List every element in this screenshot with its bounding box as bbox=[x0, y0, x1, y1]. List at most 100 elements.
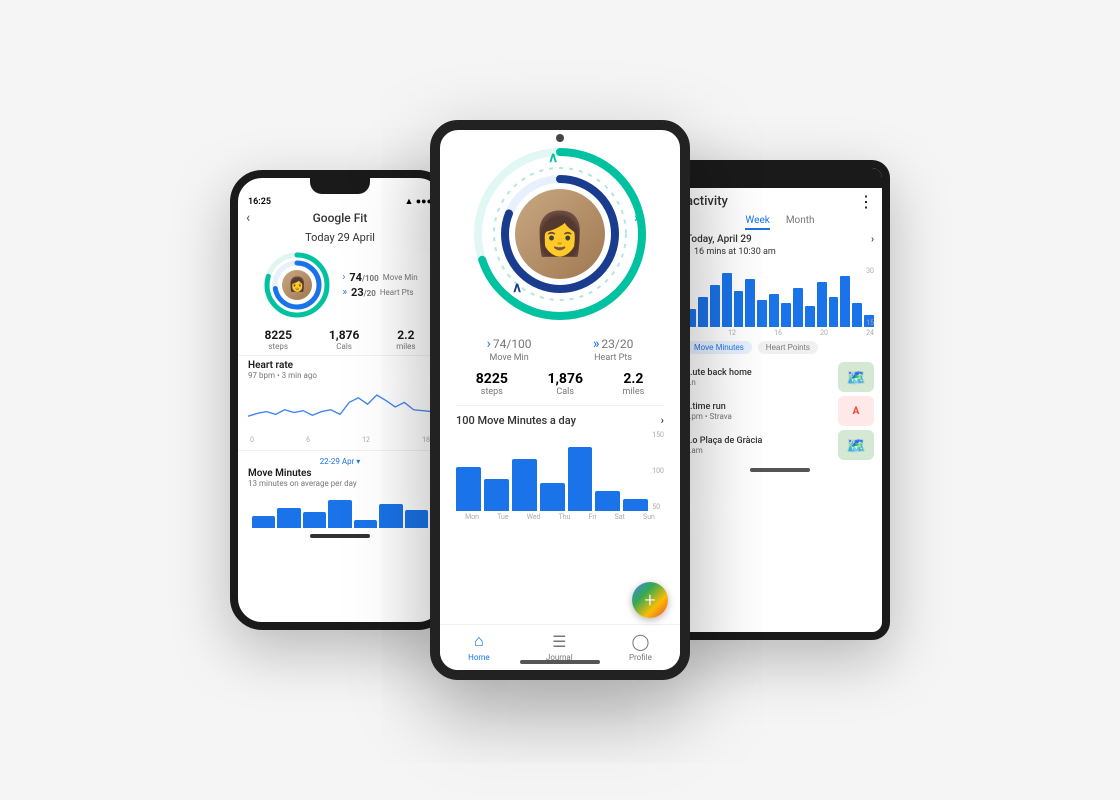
avatar-center: 👩 bbox=[515, 189, 605, 279]
phone-left: 16:25 ▲ ●●● ‹ Google Fit Today 29 April bbox=[230, 170, 450, 630]
svg-text:›: › bbox=[634, 210, 638, 226]
phone-right: activity ⋮ Week Month Today, April 29 › … bbox=[670, 160, 890, 640]
avatar-ring-wrapper: ∧ › ∧ 👩 bbox=[456, 144, 664, 324]
cals-metric-left: 1,876 Cals bbox=[329, 328, 360, 351]
move-min-center: › 74/100 Move Min bbox=[487, 332, 532, 363]
journal-icon: ☰ bbox=[552, 632, 566, 651]
home-icon: ⌂ bbox=[474, 631, 484, 651]
miles-center: 2.2 miles bbox=[623, 371, 645, 397]
r-filter-btns: Move Minutes Heart Points bbox=[686, 341, 874, 354]
r-date-row: Today, April 29 › bbox=[686, 234, 874, 245]
bar-c-2 bbox=[484, 479, 509, 511]
heart-pts-row-left: » 23/20 Heart Pts bbox=[342, 286, 417, 299]
activity-item-1: …ute back home …n 🗺️ bbox=[686, 362, 874, 392]
activity-label: 16 mins at 10:30 am bbox=[694, 247, 776, 257]
activity-sub-3: …am bbox=[686, 446, 832, 455]
r-bar-2 bbox=[698, 297, 708, 327]
r-bar-chart bbox=[686, 267, 874, 327]
bar-left-2 bbox=[277, 508, 300, 528]
r-bar-13 bbox=[829, 297, 839, 327]
cals-center: 1,876 Cals bbox=[547, 371, 583, 397]
nav-journal[interactable]: ☰ Journal bbox=[546, 632, 573, 662]
r-activity-info: 16 mins at 10:30 am bbox=[686, 247, 874, 263]
chevron-move-left: › bbox=[342, 272, 345, 283]
period-label-left: 22-29 Apr ▾ bbox=[248, 457, 432, 466]
bar-left-4 bbox=[328, 500, 351, 528]
activity-info-2: …time run …pm • Strava bbox=[686, 402, 832, 421]
activity-info-1: …ute back home …n bbox=[686, 368, 832, 387]
move-header-center: 100 Move Minutes a day › bbox=[456, 414, 664, 427]
heart-label-center: Heart Pts bbox=[593, 353, 634, 363]
heart-val-center: 23/20 bbox=[601, 332, 633, 353]
metrics-row-left: 8225 steps 1,876 Cals 2.2 miles bbox=[238, 324, 442, 356]
chevron-heart-left: » bbox=[342, 287, 347, 298]
hr-chart-left bbox=[248, 382, 432, 432]
r-tabs: Week Month bbox=[686, 215, 874, 230]
signal-icons-left: ▲ ●●● bbox=[405, 196, 432, 207]
phone-center: ∧ › ∧ 👩 › 74/100 Move Min bbox=[430, 120, 690, 680]
heart-pts-val-left: 23/20 bbox=[351, 286, 376, 299]
miles-metric-left: 2.2 miles bbox=[396, 328, 415, 351]
arrow-move-center: › bbox=[487, 336, 491, 352]
move-min-label-left: Move Min bbox=[383, 273, 418, 282]
filter-move-minutes[interactable]: Move Minutes bbox=[686, 341, 752, 354]
nav-home-label: Home bbox=[468, 653, 490, 662]
r-bar-5 bbox=[734, 291, 744, 327]
r-date-arrow: › bbox=[871, 234, 874, 245]
y-axis-right: 30 15 bbox=[866, 267, 874, 327]
nav-profile[interactable]: ◯ Profile bbox=[629, 632, 652, 662]
r-bar-6 bbox=[745, 279, 755, 327]
activity-map-2: A bbox=[838, 396, 874, 426]
date-label-left: Today 29 April bbox=[238, 231, 442, 244]
fab-button[interactable]: + bbox=[632, 582, 668, 618]
activity-title-1: …ute back home bbox=[686, 368, 832, 378]
bar-left-7 bbox=[405, 510, 428, 528]
r-bar-4 bbox=[722, 273, 732, 327]
nav-profile-label: Profile bbox=[629, 653, 652, 662]
nav-home[interactable]: ⌂ Home bbox=[468, 631, 490, 662]
r-date-label: Today, April 29 bbox=[686, 234, 752, 245]
tab-week[interactable]: Week bbox=[745, 215, 769, 230]
activity-sub-2: …pm • Strava bbox=[686, 412, 832, 421]
r-x-axis: 812162024 bbox=[686, 329, 874, 337]
activity-item-2: …time run …pm • Strava A bbox=[686, 396, 874, 426]
home-indicator-left bbox=[310, 534, 370, 538]
center-stats: › 74/100 Move Min » 23/20 Heart Pts bbox=[456, 324, 664, 367]
app-bar-left: ‹ Google Fit bbox=[238, 207, 442, 229]
r-bar-8 bbox=[769, 294, 779, 327]
bar-left-6 bbox=[379, 504, 402, 528]
activity-item-3: …o Plaça de Gràcia …am 🗺️ bbox=[686, 430, 874, 460]
status-bar-right bbox=[678, 168, 882, 188]
arrow-heart-center: » bbox=[593, 336, 600, 352]
filter-heart-points[interactable]: Heart Points bbox=[758, 341, 818, 354]
r-header: activity ⋮ bbox=[686, 192, 874, 211]
stats-right-left: › 74/100 Move Min » 23/20 Heart Pts bbox=[342, 271, 417, 299]
bar-left-1 bbox=[252, 516, 275, 528]
r-bar-3 bbox=[710, 285, 720, 327]
r-bar-7 bbox=[757, 300, 767, 327]
fab-wrapper: + bbox=[632, 582, 668, 618]
home-indicator-right bbox=[750, 468, 810, 472]
back-arrow-left[interactable]: ‹ bbox=[246, 210, 250, 226]
move-minutes-section-left: 22-29 Apr ▾ Move Minutes 13 minutes on a… bbox=[238, 455, 442, 530]
move-label-center: Move Min bbox=[487, 353, 532, 363]
tab-month[interactable]: Month bbox=[786, 215, 815, 230]
bar-chart-center: ✓ ✓ ✓ bbox=[456, 431, 648, 511]
activity-title-3: …o Plaça de Gràcia bbox=[686, 436, 832, 446]
activity-map-1: 🗺️ bbox=[838, 362, 874, 392]
move-val-center: 74/100 bbox=[493, 332, 532, 353]
move-min-row-left: › 74/100 Move Min bbox=[342, 271, 417, 284]
r-bar-12 bbox=[817, 282, 827, 327]
steps-center: 8225 steps bbox=[476, 371, 508, 397]
bar-chart-small-left bbox=[248, 488, 432, 528]
day-labels-center: Mon Tue Wed Thu Fri Sat Sun bbox=[456, 513, 664, 521]
r-chart-wrapper: 30 15 bbox=[686, 267, 874, 327]
r-bar-10 bbox=[793, 288, 803, 327]
home-indicator-center bbox=[520, 660, 600, 664]
r-bar-11 bbox=[805, 306, 815, 327]
bar-c-5: ✓ bbox=[568, 447, 593, 511]
bar-chart-wrapper-center: ✓ ✓ ✓ 150 100 50 bbox=[456, 431, 664, 511]
bar-c-4 bbox=[540, 483, 565, 511]
more-icon-right[interactable]: ⋮ bbox=[858, 192, 874, 211]
activity-sub-1: …n bbox=[686, 378, 832, 387]
